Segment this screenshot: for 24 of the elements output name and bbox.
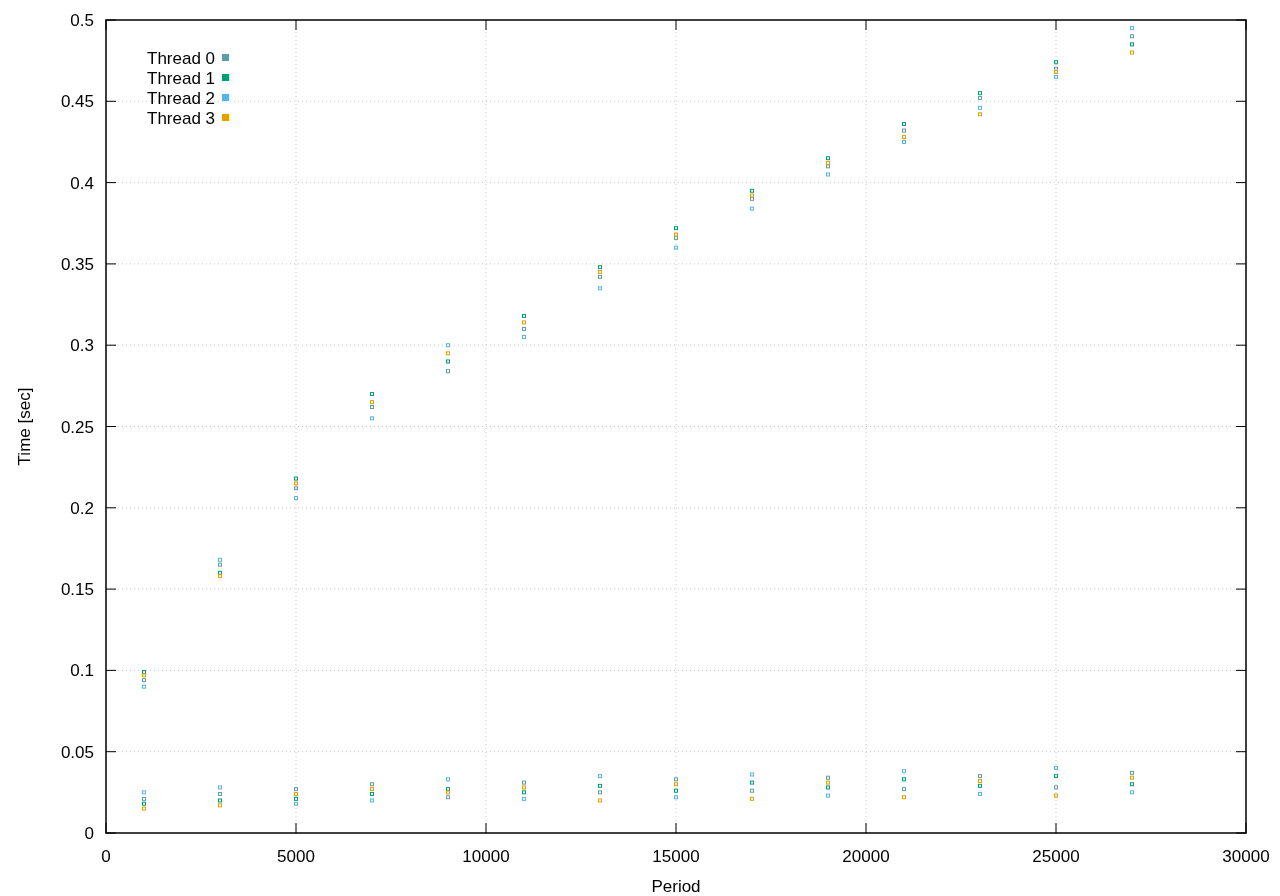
legend-label: Thread 3 xyxy=(147,109,216,128)
x-tick-label: 20000 xyxy=(842,847,890,866)
x-tick-label: 15000 xyxy=(652,847,700,866)
y-tick-label: 0.25 xyxy=(60,417,94,437)
legend-label: Thread 1 xyxy=(147,69,216,88)
y-tick-label: 0.45 xyxy=(60,92,94,112)
x-tick-label: 25000 xyxy=(1032,847,1080,866)
y-tick-label: 0.35 xyxy=(60,254,94,274)
y-tick-label: 0 xyxy=(84,824,94,843)
legend-label: Thread 0 xyxy=(147,49,216,68)
y-tick-label: 0.3 xyxy=(70,336,94,356)
x-tick-label: 30000 xyxy=(1222,847,1270,866)
y-tick-label: 0.05 xyxy=(60,742,94,762)
y-tick-label: 0.4 xyxy=(70,173,94,193)
y-tick-label: 0.15 xyxy=(60,580,94,600)
x-tick-label: 10000 xyxy=(462,847,510,866)
legend-label: Thread 2 xyxy=(147,89,216,108)
x-axis-title: Period xyxy=(651,877,701,896)
y-tick-label: 0.2 xyxy=(70,498,94,518)
y-tick-label: 0.1 xyxy=(70,661,94,681)
x-tick-label: 5000 xyxy=(277,847,315,866)
y-axis-title: Time [sec] xyxy=(15,387,34,466)
x-tick-label: 0 xyxy=(101,847,111,866)
y-tick-label: 0.5 xyxy=(70,11,94,30)
